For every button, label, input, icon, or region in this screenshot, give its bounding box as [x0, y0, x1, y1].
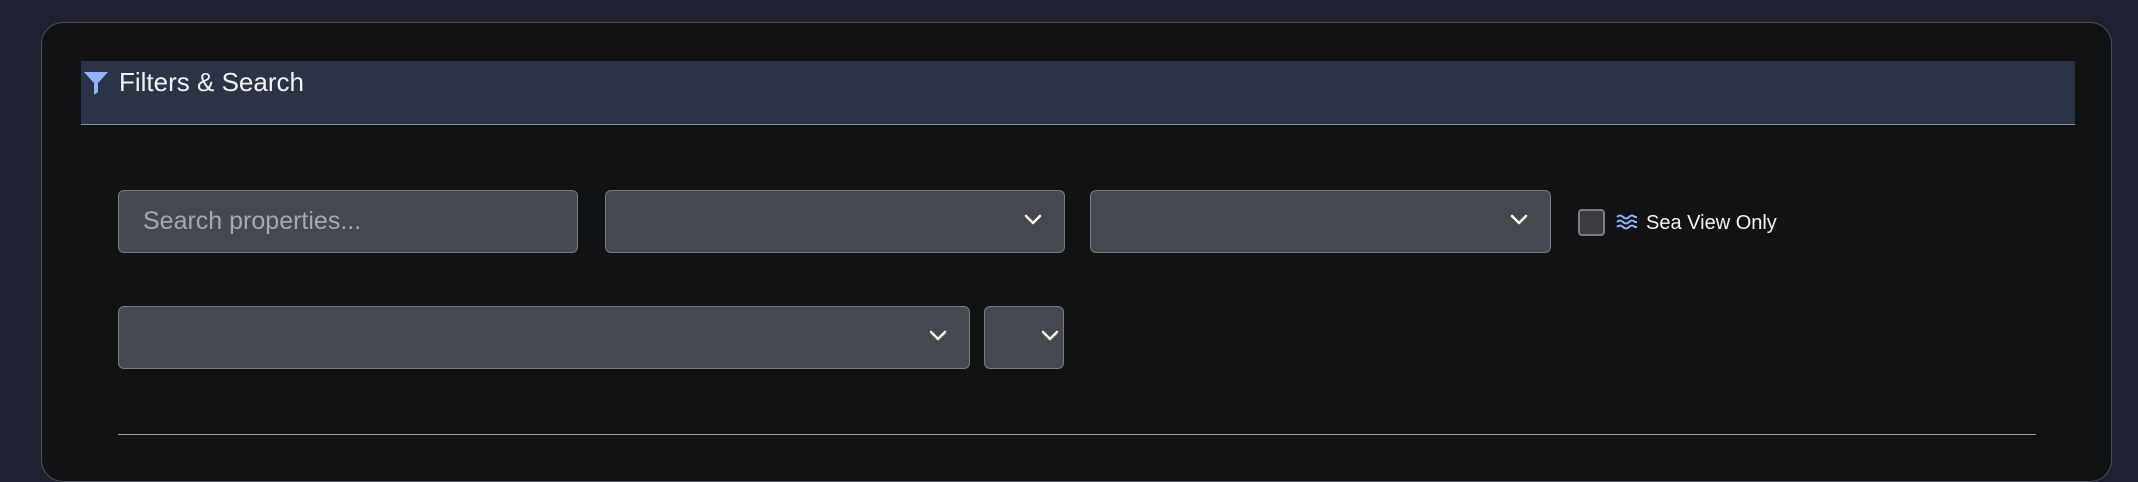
sort-select[interactable]	[118, 306, 970, 369]
filters-title: Filters & Search	[119, 67, 304, 97]
chevron-down-icon	[1510, 214, 1528, 225]
sea-view-label[interactable]: Sea View Only	[1646, 209, 1777, 237]
chevron-down-icon	[1024, 214, 1042, 225]
search-input[interactable]	[118, 190, 578, 253]
filters-panel: Filters & Search Sea View Only	[41, 22, 2112, 482]
order-select[interactable]	[984, 306, 1064, 369]
chevron-down-icon	[1041, 330, 1059, 341]
first-filter-select[interactable]	[605, 190, 1065, 253]
chevron-down-icon	[929, 330, 947, 341]
second-filter-select[interactable]	[1090, 190, 1551, 253]
waves-icon	[1616, 214, 1637, 230]
section-divider	[118, 434, 2036, 435]
filter-icon	[84, 72, 108, 95]
filters-header: Filters & Search	[81, 61, 2075, 125]
sea-view-checkbox[interactable]	[1578, 209, 1605, 236]
